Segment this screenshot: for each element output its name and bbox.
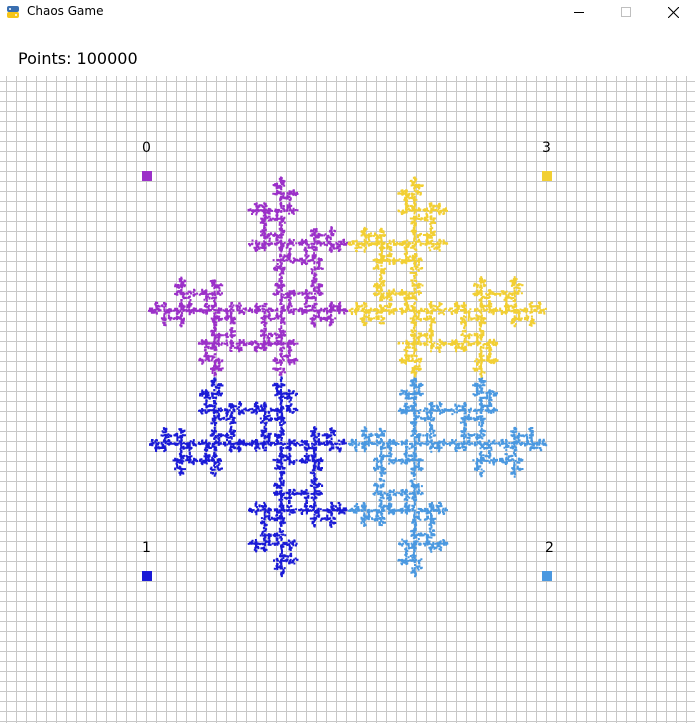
chaos-game-fractal bbox=[142, 171, 552, 581]
vertex-marker-1 bbox=[142, 571, 152, 581]
points-counter: Points: 100000 bbox=[18, 49, 138, 68]
vertex-label-2: 2 bbox=[545, 540, 554, 556]
vertex-label-1: 1 bbox=[142, 540, 151, 556]
maximize-icon bbox=[621, 7, 631, 17]
minimize-icon bbox=[574, 12, 584, 13]
maximize-button[interactable] bbox=[603, 0, 649, 24]
fractal-points-vertex-0 bbox=[148, 176, 349, 377]
fractal-points-vertex-1 bbox=[149, 376, 348, 578]
close-button[interactable] bbox=[650, 0, 695, 24]
title-bar[interactable]: Chaos Game bbox=[0, 0, 695, 24]
python-icon bbox=[6, 4, 20, 18]
close-icon bbox=[667, 6, 679, 18]
vertex-marker-0 bbox=[142, 171, 152, 181]
vertex-marker-2 bbox=[542, 571, 552, 581]
fractal-points-vertex-3 bbox=[347, 176, 547, 378]
vertex-marker-3 bbox=[542, 171, 552, 181]
minimize-button[interactable] bbox=[556, 0, 602, 24]
window-title: Chaos Game bbox=[27, 4, 104, 18]
vertex-label-0: 0 bbox=[142, 140, 151, 156]
fractal-points-vertex-2 bbox=[347, 376, 548, 578]
vertex-label-3: 3 bbox=[542, 140, 551, 156]
